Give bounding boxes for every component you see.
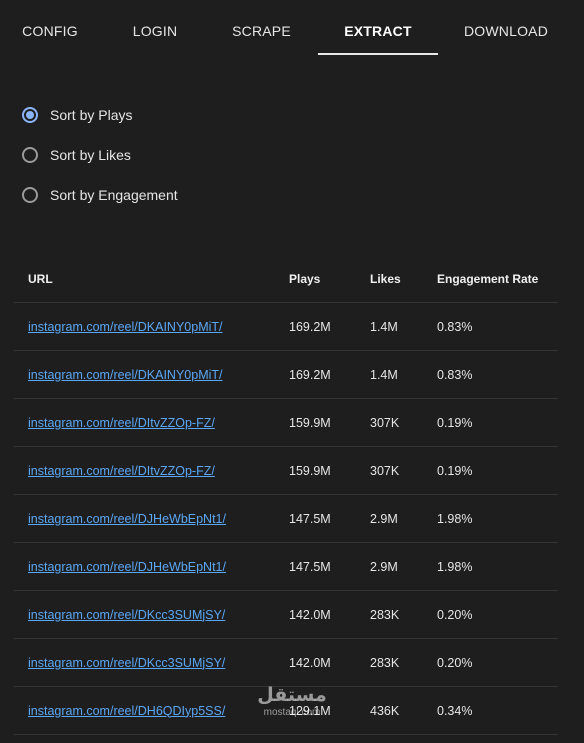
tab-extract[interactable]: EXTRACT (318, 0, 438, 55)
reel-link[interactable]: instagram.com/reel/DJHeWbEpNt1/ (28, 560, 226, 574)
url-cell: instagram.com/reel/DJHeWbEpNt1/ (14, 542, 289, 591)
reel-link[interactable]: instagram.com/reel/DKcc3SUMjSY/ (28, 656, 225, 670)
reel-link[interactable]: instagram.com/reel/DKAINY0pMiT/ (28, 320, 223, 334)
url-cell: instagram.com/reel/DH6QDIyp5SS/ (14, 686, 289, 735)
plays-cell: 159.9M (289, 446, 370, 495)
url-cell: instagram.com/reel/DKAINY0pMiT/ (14, 350, 289, 399)
reel-link[interactable]: instagram.com/reel/DKcc3SUMjSY/ (28, 608, 225, 622)
tab-extract-label: EXTRACT (344, 23, 412, 39)
plays-cell: 159.9M (289, 398, 370, 447)
column-header-likes: Likes (370, 255, 437, 303)
plays-cell: 169.2M (289, 350, 370, 399)
sort-by-plays-option[interactable]: Sort by Plays (22, 95, 178, 135)
url-cell: instagram.com/reel/DKcc3SUMjSY/ (14, 638, 289, 687)
table-row: instagram.com/reel/DJHeWbEpNt1/147.5M 2.9… (14, 542, 558, 591)
engagement-cell: 0.19% (437, 398, 558, 447)
watermark-logo: مستقل mostaql.com (254, 685, 330, 719)
engagement-cell: 1.98% (437, 494, 558, 543)
radio-unchecked-icon[interactable] (22, 147, 38, 163)
table-row: instagram.com/reel/DKcc3SUMjSY/142.0M 283… (14, 638, 558, 687)
plays-cell: 142.0M (289, 638, 370, 687)
plays-cell: 147.5M (289, 542, 370, 591)
url-cell: instagram.com/reel/DKAINY0pMiT/ (14, 302, 289, 351)
likes-cell: 2.9M (370, 494, 437, 543)
column-header-plays: Plays (289, 255, 370, 303)
table-row: instagram.com/reel/DJHeWbEpNt1/147.5M 2.9… (14, 494, 558, 543)
plays-cell: 147.5M (289, 494, 370, 543)
likes-cell: 283K (370, 638, 437, 687)
radio-checked-icon[interactable] (22, 107, 38, 123)
table-row: instagram.com/reel/DItvZZOp-FZ/159.9M 307… (14, 398, 558, 447)
url-cell: instagram.com/reel/DKcc3SUMjSY/ (14, 590, 289, 639)
url-cell: instagram.com/reel/DItvZZOp-FZ/ (14, 446, 289, 495)
watermark-latin: mostaql.com (263, 707, 321, 718)
engagement-cell: 1.98% (437, 542, 558, 591)
url-cell: instagram.com/reel/DItvZZOp-FZ/ (14, 398, 289, 447)
tab-config[interactable]: CONFIG (0, 0, 100, 55)
reel-link[interactable]: instagram.com/reel/DItvZZOp-FZ/ (28, 464, 215, 478)
likes-cell: 2.9M (370, 542, 437, 591)
sort-options: Sort by Plays Sort by Likes Sort by Enga… (22, 95, 178, 215)
tab-bar: CONFIG LOGIN SCRAPE EXTRACT DOWNLOAD (0, 0, 584, 55)
likes-cell: 283K (370, 590, 437, 639)
sort-by-engagement-label: Sort by Engagement (50, 187, 178, 203)
table-header-row: URL Plays Likes Engagement Rate (14, 255, 558, 303)
reel-link[interactable]: instagram.com/reel/DKAINY0pMiT/ (28, 368, 223, 382)
reel-link[interactable]: instagram.com/reel/DItvZZOp-FZ/ (28, 416, 215, 430)
tab-download[interactable]: DOWNLOAD (456, 0, 556, 55)
radio-unchecked-icon[interactable] (22, 187, 38, 203)
plays-cell: 142.0M (289, 590, 370, 639)
table-row: instagram.com/reel/DKcc3SUMjSY/142.0M 283… (14, 590, 558, 639)
active-tab-indicator (318, 53, 438, 55)
table-row: instagram.com/reel/DKAINY0pMiT/169.2M 1.4… (14, 302, 558, 351)
table-row: instagram.com/reel/DItvZZOp-FZ/159.9M 307… (14, 446, 558, 495)
watermark-arabic: مستقل (257, 685, 327, 706)
engagement-cell: 0.34% (437, 686, 558, 735)
column-header-url: URL (14, 255, 289, 303)
reel-link[interactable]: instagram.com/reel/DH6QDIyp5SS/ (28, 704, 225, 718)
likes-cell: 307K (370, 398, 437, 447)
results-table: URL Plays Likes Engagement Rate instagra… (14, 255, 558, 735)
likes-cell: 1.4M (370, 302, 437, 351)
engagement-cell: 0.20% (437, 638, 558, 687)
sort-by-likes-label: Sort by Likes (50, 147, 131, 163)
table-body: instagram.com/reel/DKAINY0pMiT/169.2M 1.4… (14, 302, 558, 735)
sort-by-engagement-option[interactable]: Sort by Engagement (22, 175, 178, 215)
likes-cell: 436K (370, 686, 437, 735)
engagement-cell: 0.19% (437, 446, 558, 495)
reel-link[interactable]: instagram.com/reel/DJHeWbEpNt1/ (28, 512, 226, 526)
engagement-cell: 0.20% (437, 590, 558, 639)
column-header-engagement: Engagement Rate (437, 255, 558, 303)
table-row: instagram.com/reel/DKAINY0pMiT/169.2M 1.4… (14, 350, 558, 399)
plays-cell: 169.2M (289, 302, 370, 351)
tab-scrape[interactable]: SCRAPE (210, 0, 313, 55)
url-cell: instagram.com/reel/DJHeWbEpNt1/ (14, 494, 289, 543)
likes-cell: 1.4M (370, 350, 437, 399)
engagement-cell: 0.83% (437, 302, 558, 351)
engagement-cell: 0.83% (437, 350, 558, 399)
sort-by-likes-option[interactable]: Sort by Likes (22, 135, 178, 175)
likes-cell: 307K (370, 446, 437, 495)
tab-login[interactable]: LOGIN (100, 0, 210, 55)
sort-by-plays-label: Sort by Plays (50, 107, 133, 123)
